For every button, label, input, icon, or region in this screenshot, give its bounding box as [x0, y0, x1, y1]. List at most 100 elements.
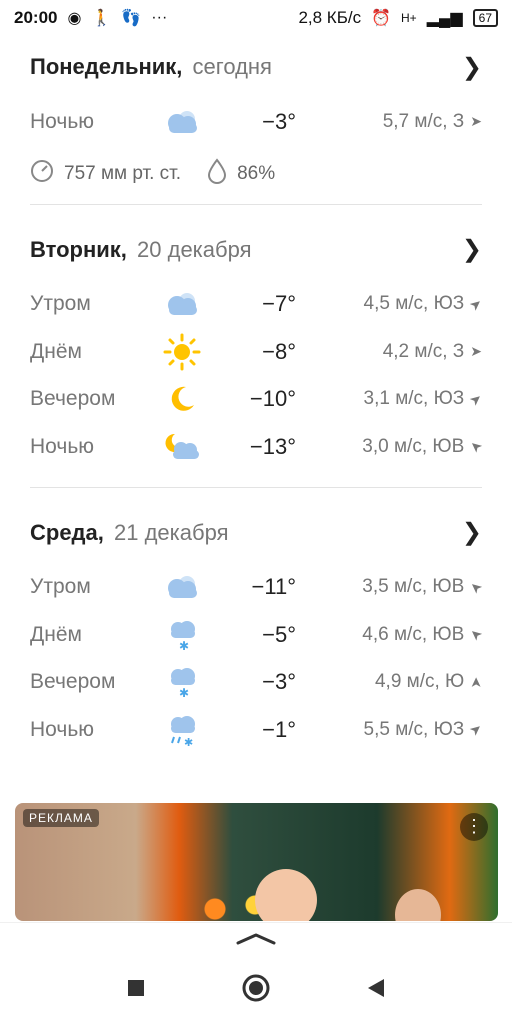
day-date: сегодня: [192, 54, 272, 79]
wind-info: 4,2 м/с, З ➤: [302, 341, 482, 363]
extra-info: 757 мм рт. ст. 86%: [30, 146, 482, 202]
period-label: Ночью: [30, 434, 95, 458]
temperature: −10°: [249, 386, 296, 412]
day-header[interactable]: Понедельник, сегодня ❯: [30, 36, 482, 98]
forecast-row: Утром −11° 3,5 м/с, ЮВ ➤: [30, 564, 485, 612]
walking-icon: 🚶: [91, 10, 112, 27]
pressure-item: 757 мм рт. ст.: [30, 159, 181, 189]
period-label: Утром: [30, 292, 91, 316]
ad-image-child: [255, 869, 317, 921]
temperature: −5°: [262, 621, 296, 647]
day-name: Вторник,: [30, 236, 127, 262]
wind-text: 3,1 м/с, ЮЗ: [363, 388, 465, 410]
day-name: Среда,: [30, 519, 104, 545]
wind-info: 4,9 м/с, Ю ➤: [302, 671, 484, 693]
wind-text: 4,6 м/с, ЮВ: [362, 623, 465, 645]
period-label: Вечером: [30, 387, 116, 411]
temperature: −3°: [262, 108, 296, 134]
signal-icon: ▂▄▆: [426, 10, 463, 27]
svg-text:✱: ✱: [179, 686, 189, 699]
ad-banner[interactable]: РЕКЛАМА ⋮: [15, 803, 498, 921]
recents-button[interactable]: [121, 973, 151, 1003]
wind-direction-arrow-icon: ➤: [466, 293, 486, 314]
wind-direction-arrow-icon: ➤: [466, 437, 486, 458]
period-label: Днём: [30, 622, 82, 646]
cloudy-icon: [162, 570, 202, 604]
day-wednesday: Среда, 21 декабря ❯ Утром −11° 3,5 м/с, …: [0, 502, 512, 754]
chevron-up-icon[interactable]: [234, 931, 278, 945]
day-monday: Понедельник, сегодня ❯ Ночью −3° 5,7 м/с…: [0, 36, 512, 202]
moon-icon: [162, 382, 202, 416]
svg-text:✱: ✱: [184, 736, 193, 747]
home-button[interactable]: [241, 973, 271, 1003]
wind-direction-arrow-icon: ➤: [470, 343, 482, 360]
period-label: Вечером: [30, 670, 116, 694]
bluetooth-icon: ◉: [67, 10, 82, 27]
temperature: −3°: [262, 669, 296, 695]
pressure-gauge-icon: [30, 159, 54, 189]
forecast-list[interactable]: Понедельник, сегодня ❯ Ночью −3° 5,7 м/с…: [0, 36, 512, 754]
status-time: 20:00: [14, 8, 58, 27]
forecast-row: Вечером ✱ −3° 4,9 м/с, Ю ➤: [30, 659, 484, 707]
wind-text: 4,5 м/с, ЮЗ: [363, 293, 465, 315]
back-triangle-icon: [368, 979, 384, 997]
wind-text: 5,7 м/с, З: [382, 110, 465, 132]
ad-more-menu-icon[interactable]: ⋮: [460, 813, 488, 841]
ad-label: РЕКЛАМА: [23, 809, 99, 827]
wind-info: 4,6 м/с, ЮВ ➤: [302, 623, 485, 646]
wind-info: 3,5 м/с, ЮВ ➤: [302, 576, 485, 598]
divider: [30, 486, 482, 488]
wind-text: 3,5 м/с, ЮВ: [362, 576, 465, 598]
wind-direction-arrow-icon: ➤: [466, 625, 486, 646]
forecast-row: Вечером −10° 3,1 м/с, ЮЗ ➤: [30, 376, 485, 424]
pressure-value: 757 мм рт. ст.: [64, 162, 182, 184]
divider: [30, 203, 482, 205]
sun-icon: [162, 333, 202, 371]
chevron-right-icon[interactable]: ❯: [462, 518, 482, 547]
day-name: Понедельник,: [30, 54, 183, 79]
back-button[interactable]: [361, 973, 391, 1003]
forecast-row: Утром −7° 4,5 м/с, ЮЗ ➤: [30, 281, 485, 329]
wind-info: 5,7 м/с, З ➤: [302, 111, 482, 133]
day-header[interactable]: Среда, 21 декабря ❯: [30, 502, 482, 564]
snow-light-icon: ✱: [162, 665, 202, 699]
cloudy-icon: [162, 287, 202, 321]
network-type: H+: [401, 11, 417, 25]
period-label: Ночью: [30, 717, 95, 741]
period-label: Днём: [30, 339, 82, 363]
forecast-row: Днём −8° 4,2 м/с, З ➤: [30, 328, 482, 376]
day-tuesday: Вторник, 20 декабря ❯ Утром −7° 4,5 м/с,…: [0, 219, 512, 471]
wind-direction-arrow-icon: ➤: [466, 719, 486, 740]
system-nav-bar: [0, 952, 512, 1024]
wind-info: 3,0 м/с, ЮВ ➤: [302, 436, 485, 458]
temperature: −13°: [249, 433, 296, 459]
wind-text: 4,9 м/с, Ю: [374, 671, 465, 693]
forecast-row: Ночью −3° 5,7 м/с, З ➤: [30, 98, 482, 146]
moon-cloud-icon: [162, 430, 202, 464]
wind-direction-arrow-icon: ➤: [467, 676, 484, 689]
period-label: Утром: [30, 575, 91, 599]
wind-info: 5,5 м/с, ЮЗ ➤: [302, 718, 486, 741]
wind-direction-arrow-icon: ➤: [466, 388, 486, 409]
sheet-handle[interactable]: [0, 922, 512, 953]
snow-light-icon: ✱: [162, 618, 202, 652]
snow-rain-icon: ✱: [162, 713, 202, 747]
chevron-right-icon[interactable]: ❯: [462, 235, 482, 264]
status-bar: 20:00 ◉ 🚶 👣 ··· 2,8 КБ/с ⏰ H+ ▂▄▆ 67: [0, 0, 512, 36]
more-notifications-icon: ···: [151, 9, 168, 26]
network-speed: 2,8 КБ/с: [298, 8, 362, 27]
day-header[interactable]: Вторник, 20 декабря ❯: [30, 219, 482, 281]
wind-direction-arrow-icon: ➤: [466, 577, 486, 598]
ad-image-child: [395, 889, 441, 921]
temperature: −8°: [262, 338, 296, 364]
chevron-right-icon[interactable]: ❯: [462, 53, 482, 82]
wind-text: 4,2 м/с, З: [382, 340, 465, 362]
day-date: 21 декабря: [114, 519, 229, 545]
cloudy-icon: [162, 105, 202, 139]
alarm-icon: ⏰: [371, 10, 391, 27]
temperature: −11°: [251, 574, 296, 600]
wind-text: 5,5 м/с, ЮЗ: [363, 718, 465, 740]
temperature: −7°: [262, 291, 296, 317]
forecast-row: Ночью ✱ −1° 5,5 м/с, ЮЗ ➤: [30, 706, 486, 754]
status-bar-right: 2,8 КБ/с ⏰ H+ ▂▄▆ 67: [298, 8, 498, 28]
